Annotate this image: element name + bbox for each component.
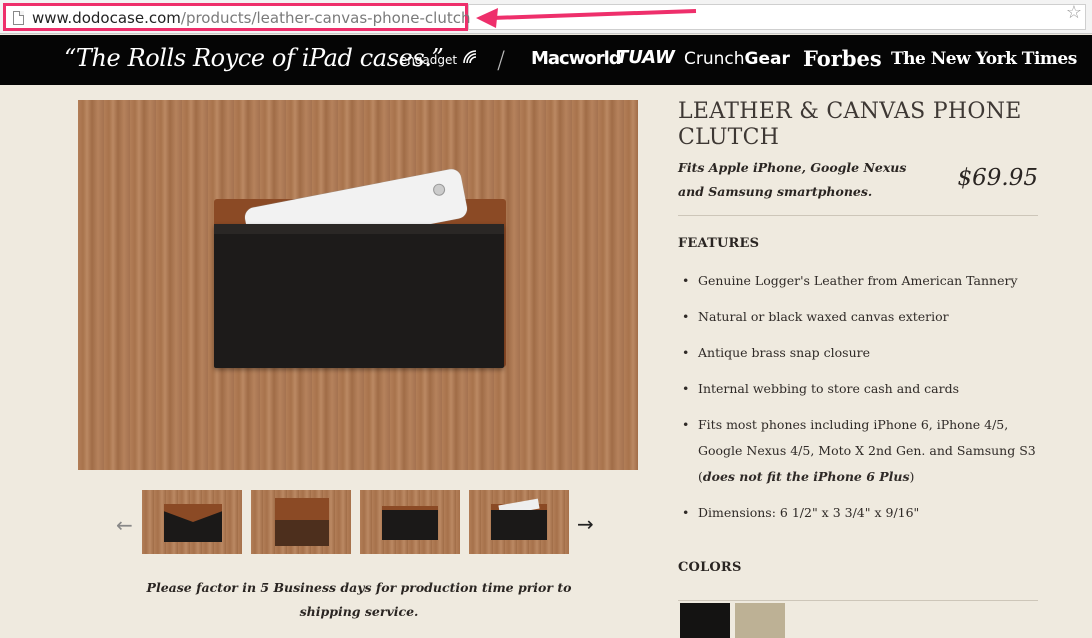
url-text: www.dodocase.com/products/leather-canvas… <box>32 9 470 27</box>
crunchgear-logo: CrunchGear <box>684 49 790 69</box>
clutch-canvas-front <box>214 224 504 368</box>
feature-emphasis: does not fit the iPhone 6 Plus <box>702 469 910 484</box>
annotation-arrow-icon <box>476 8 697 28</box>
bookmark-star-icon[interactable]: ☆ <box>1066 4 1082 22</box>
thumbnail-4[interactable] <box>469 490 569 554</box>
product-title: LEATHER & CANVAS PHONE CLUTCH <box>678 99 1022 150</box>
features-heading: FEATURES <box>678 236 760 251</box>
thumb-clutch-front <box>382 510 438 540</box>
url-field[interactable]: www.dodocase.com/products/leather-canvas… <box>3 3 470 31</box>
feature-text: Dimensions: 6 1/2" x 3 3/4" x 9/16" <box>698 505 920 520</box>
press-bar: “The Rolls Royce of iPad cases.” – engad… <box>0 35 1092 85</box>
feature-item: Internal webbing to store cash and cards <box>680 376 1040 402</box>
press-quote-source: – engadget <box>390 53 458 67</box>
clutch-stitch-band <box>214 224 504 234</box>
product-price: $69.95 <box>957 165 1038 191</box>
color-swatch-natural[interactable] <box>735 603 785 638</box>
feature-item: Antique brass snap closure <box>680 340 1040 366</box>
crunchgear-logo-prefix: Crunch <box>684 49 745 69</box>
colors-heading: COLORS <box>678 560 742 575</box>
nyt-logo: The New York Times <box>891 49 1077 69</box>
feature-item: Genuine Logger's Leather from American T… <box>680 268 1040 294</box>
feature-item: Dimensions: 6 1/2" x 3 3/4" x 9/16" <box>680 500 1040 526</box>
shipping-note: Please factor in 5 Business days for pro… <box>146 580 572 619</box>
thumbnail-1[interactable] <box>142 490 242 554</box>
product-compatibility: Fits Apple iPhone, Google Nexus and Sams… <box>678 160 907 199</box>
feature-item: Fits most phones including iPhone 6, iPh… <box>680 412 1040 490</box>
feature-text: Genuine Logger's Leather from American T… <box>698 273 1018 288</box>
feature-text: Internal webbing to store cash and cards <box>698 381 960 396</box>
press-separator: / <box>497 46 506 74</box>
feature-item: Natural or black waxed canvas exterior <box>680 304 1040 330</box>
forbes-logo: Forbes <box>803 46 882 71</box>
gallery-prev-arrow-icon[interactable]: ← <box>116 513 133 537</box>
thumb-clutch-front <box>491 510 547 540</box>
feature-text-after: ) <box>909 469 915 484</box>
press-quote: “The Rolls Royce of iPad cases.” <box>64 44 444 72</box>
feature-text: Natural or black waxed canvas exterior <box>698 309 949 324</box>
tuaw-logo: TUAW <box>616 47 675 68</box>
url-domain: www.dodocase.com <box>32 9 181 27</box>
browser-address-bar: www.dodocase.com/products/leather-canvas… <box>0 0 1092 34</box>
feature-text: Antique brass snap closure <box>698 345 871 360</box>
engadget-signal-icon <box>463 50 477 64</box>
thumbnail-3[interactable] <box>360 490 460 554</box>
phone-camera-icon <box>432 182 447 197</box>
macworld-logo: Macworld <box>531 48 622 69</box>
divider <box>678 600 1038 601</box>
gallery-next-arrow-icon[interactable]: → <box>577 512 594 536</box>
url-path: /products/leather-canvas-phone-clutch <box>180 9 471 27</box>
color-swatch-black[interactable] <box>680 603 730 638</box>
crunchgear-logo-suffix: Gear <box>744 49 790 69</box>
divider <box>678 215 1038 216</box>
page-icon <box>13 11 24 25</box>
features-list: Genuine Logger's Leather from American T… <box>680 268 1040 536</box>
thumb-clutch-interior <box>275 520 329 546</box>
product-main-image[interactable] <box>78 100 638 470</box>
thumbnail-2[interactable] <box>251 490 351 554</box>
